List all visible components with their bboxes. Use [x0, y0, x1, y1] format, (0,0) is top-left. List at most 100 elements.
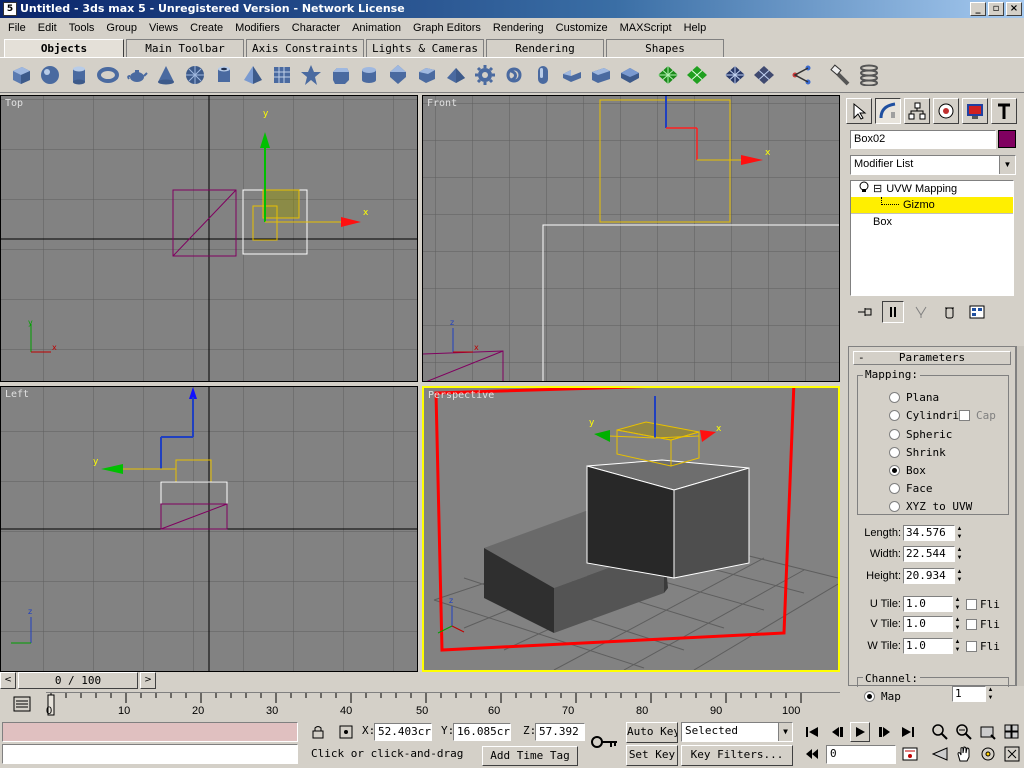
patch-tri-icon[interactable]	[684, 62, 710, 88]
maximize-button[interactable]: ▫	[988, 2, 1004, 16]
ringwave-icon[interactable]	[617, 62, 643, 88]
spinner-arrows-icon[interactable]: ▲ ▼	[953, 638, 962, 654]
time-slider-thumb[interactable]: 0 / 100	[18, 672, 138, 689]
u-tile-field[interactable]: 1.0	[903, 596, 953, 612]
viewport-label-top[interactable]: Top	[5, 98, 23, 109]
menu-help[interactable]: Help	[678, 22, 713, 34]
spring-icon[interactable]	[856, 62, 882, 88]
flip-checkbox[interactable]	[966, 618, 977, 630]
menu-rendering[interactable]: Rendering	[487, 22, 550, 34]
spinner-arrows-icon[interactable]: ▲ ▼	[986, 686, 995, 702]
radio-button[interactable]	[889, 500, 900, 512]
chevron-down-icon[interactable]: ▼	[999, 156, 1015, 174]
pan-hand-icon[interactable]	[954, 744, 974, 764]
field-of-view-icon[interactable]	[930, 744, 950, 764]
capsule-icon[interactable]	[530, 62, 556, 88]
stack-item-uvw-mapping[interactable]: ⊟ UVW Mapping	[851, 181, 1013, 197]
gengon-icon[interactable]	[414, 62, 440, 88]
key-filters-button[interactable]: Key Filters...	[681, 745, 793, 766]
mini-curve-editor-icon[interactable]	[12, 694, 32, 714]
menu-modifiers[interactable]: Modifiers	[229, 22, 286, 34]
tab-shapes[interactable]: Shapes	[606, 39, 724, 57]
v-tile-field[interactable]: 1.0	[903, 616, 953, 632]
tab-lights-cameras[interactable]: Lights & Cameras	[366, 39, 484, 57]
tab-rendering[interactable]: Rendering	[486, 39, 604, 57]
viewport-top[interactable]: Top y x y x	[0, 95, 418, 382]
menu-file[interactable]: File	[2, 22, 32, 34]
zoom-all-icon[interactable]	[954, 722, 974, 742]
maxscript-output-field[interactable]	[2, 744, 298, 764]
radio-shrink-wrap[interactable]: Shrink	[889, 444, 946, 460]
stack-item-box[interactable]: Box	[851, 213, 1013, 229]
gear-icon[interactable]	[472, 62, 498, 88]
menu-character[interactable]: Character	[286, 22, 346, 34]
zoom-extents-icon[interactable]	[978, 722, 998, 742]
key-icon[interactable]	[590, 732, 620, 752]
radio-button[interactable]	[889, 428, 900, 440]
lock-icon[interactable]	[308, 722, 328, 742]
maxscript-listener-field[interactable]	[2, 722, 298, 742]
menu-maxscript[interactable]: MAXScript	[614, 22, 678, 34]
current-frame-field[interactable]: 0	[826, 745, 896, 764]
pyramid-icon[interactable]	[240, 62, 266, 88]
menu-group[interactable]: Group	[100, 22, 143, 34]
utilities-tab-icon[interactable]	[991, 98, 1017, 124]
height-field[interactable]: 20.934	[903, 568, 955, 584]
menu-create[interactable]: Create	[184, 22, 229, 34]
command-panel-scrollbar[interactable]	[1016, 346, 1024, 686]
add-time-tag-button[interactable]: Add Time Tag	[482, 746, 578, 766]
hedra-icon[interactable]	[298, 62, 324, 88]
radio-button[interactable]	[864, 690, 875, 702]
time-configuration-icon[interactable]	[900, 744, 920, 764]
c-ext-icon[interactable]	[588, 62, 614, 88]
flip-checkbox[interactable]	[966, 640, 977, 652]
menu-views[interactable]: Views	[143, 22, 184, 34]
zoom-extents-all-icon[interactable]	[1002, 722, 1022, 742]
track-ruler[interactable]: 0 10 20 30 40 50 60 70 80 90 100	[46, 692, 840, 717]
spinner-arrows-icon[interactable]: ▲ ▼	[955, 568, 964, 584]
viewport-front[interactable]: Front x z x	[422, 95, 840, 382]
bone-icon[interactable]	[789, 62, 815, 88]
radio-button[interactable]	[889, 446, 900, 458]
go-to-end-icon[interactable]	[898, 722, 918, 742]
menu-edit[interactable]: Edit	[32, 22, 63, 34]
menu-graph-editors[interactable]: Graph Editors	[407, 22, 487, 34]
x-coordinate-field[interactable]: 52.403cr	[374, 723, 432, 741]
viewport-label-perspective[interactable]: Perspective	[428, 390, 494, 401]
z-coordinate-field[interactable]: 57.392	[535, 723, 585, 741]
spinner-arrows-icon[interactable]: ▲ ▼	[955, 546, 964, 562]
cylinder-icon[interactable]	[66, 62, 92, 88]
torusknot-icon[interactable]	[501, 62, 527, 88]
radio-map-channel[interactable]: Map	[864, 688, 901, 704]
spindle-icon[interactable]	[385, 62, 411, 88]
torus-icon[interactable]	[95, 62, 121, 88]
radio-spherical[interactable]: Spheric	[889, 426, 952, 442]
geosphere-icon[interactable]	[182, 62, 208, 88]
lightbulb-icon[interactable]	[859, 181, 869, 198]
make-unique-icon[interactable]	[910, 301, 932, 323]
box-icon[interactable]	[8, 62, 34, 88]
absolute-mode-icon[interactable]	[336, 722, 356, 742]
set-key-button[interactable]: Set Key	[626, 745, 678, 766]
close-button[interactable]: ×	[1006, 2, 1022, 16]
tab-objects[interactable]: Objects	[4, 39, 124, 57]
menu-customize[interactable]: Customize	[550, 22, 614, 34]
viewport-label-front[interactable]: Front	[427, 98, 457, 109]
spinner-arrows-icon[interactable]: ▲ ▼	[955, 525, 964, 541]
auto-key-button[interactable]: Auto Key	[626, 722, 678, 743]
channel-field[interactable]: 1	[952, 686, 986, 702]
radio-box[interactable]: Box	[889, 462, 926, 478]
teapot-icon[interactable]	[124, 62, 150, 88]
modify-tab-icon[interactable]	[875, 98, 901, 124]
tab-axis-constraints[interactable]: Axis Constraints	[246, 39, 364, 57]
sphere-icon[interactable]	[37, 62, 63, 88]
remove-modifier-icon[interactable]	[938, 301, 960, 323]
chevron-down-icon[interactable]: ▼	[778, 723, 792, 741]
create-tab-icon[interactable]	[846, 98, 872, 124]
go-to-start-icon[interactable]	[802, 722, 822, 742]
arc-rotate-icon[interactable]	[978, 744, 998, 764]
nurbs-surface-icon[interactable]	[722, 62, 748, 88]
l-ext-icon[interactable]	[559, 62, 585, 88]
motion-tab-icon[interactable]	[933, 98, 959, 124]
spinner-arrows-icon[interactable]: ▲ ▼	[953, 596, 962, 612]
